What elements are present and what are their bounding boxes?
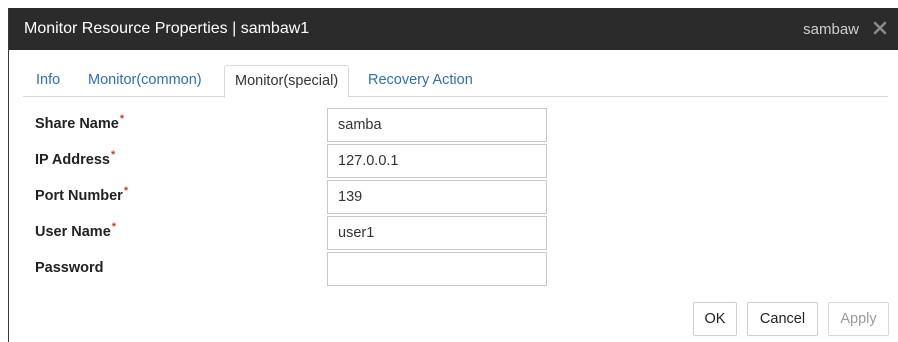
tab-info[interactable]: Info xyxy=(36,65,60,97)
resource-type-label: sambaw xyxy=(803,21,859,38)
tab-monitor-common[interactable]: Monitor(common) xyxy=(88,65,202,97)
password-label: Password xyxy=(35,260,104,276)
password-row: Password xyxy=(35,252,555,286)
required-mark: * xyxy=(111,221,117,233)
tab-bar: Info Monitor(common) Monitor(special) Re… xyxy=(23,65,888,98)
share-name-row: Share Name* xyxy=(35,108,555,142)
password-input[interactable] xyxy=(327,252,547,286)
apply-button[interactable]: Apply xyxy=(828,302,889,336)
dialog-title: Monitor Resource Properties | sambaw1 xyxy=(24,20,310,37)
required-mark: * xyxy=(119,113,125,125)
cancel-button[interactable]: Cancel xyxy=(747,302,818,336)
share-name-input[interactable] xyxy=(327,108,547,142)
user-name-label: User Name* xyxy=(35,221,117,240)
title-bar: Monitor Resource Properties | sambaw1 sa… xyxy=(9,8,898,50)
required-mark: * xyxy=(123,185,129,197)
port-number-label: Port Number* xyxy=(35,185,129,204)
ip-address-label: IP Address* xyxy=(35,149,116,168)
user-name-row: User Name* xyxy=(35,216,555,250)
user-name-input[interactable] xyxy=(327,216,547,250)
close-icon[interactable] xyxy=(873,20,887,36)
monitor-resource-properties-dialog: Monitor Resource Properties | sambaw1 sa… xyxy=(8,8,898,342)
port-number-input[interactable] xyxy=(327,180,547,214)
share-name-label: Share Name* xyxy=(35,113,125,132)
ok-button[interactable]: OK xyxy=(693,302,737,336)
ip-address-input[interactable] xyxy=(327,144,547,178)
port-number-row: Port Number* xyxy=(35,180,555,214)
tab-recovery-action[interactable]: Recovery Action xyxy=(368,65,473,97)
ip-address-row: IP Address* xyxy=(35,144,555,178)
required-mark: * xyxy=(110,149,116,161)
tab-monitor-special[interactable]: Monitor(special) xyxy=(224,65,350,98)
